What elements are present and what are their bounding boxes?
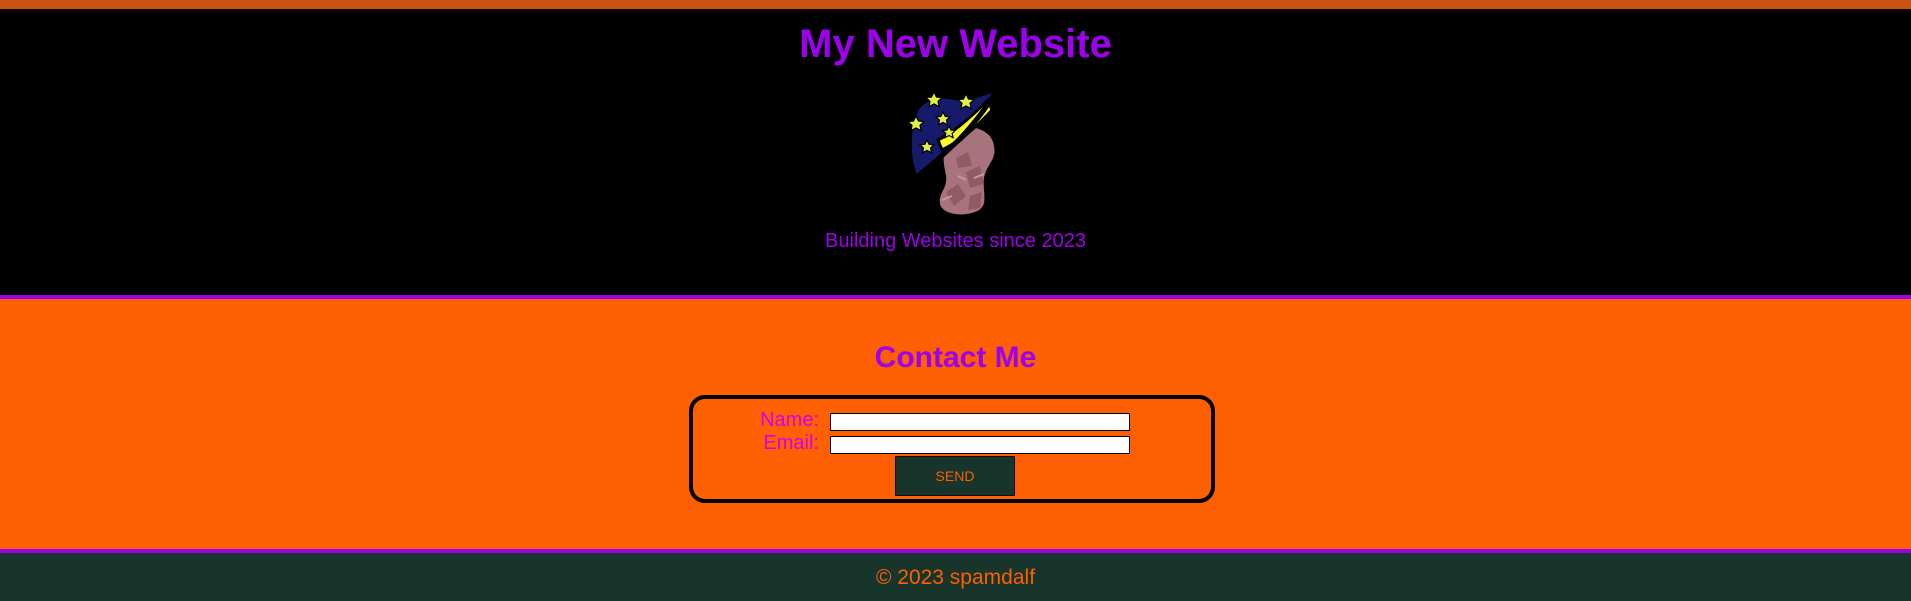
site-tagline: Building Websites since 2023 xyxy=(825,230,1086,252)
site-title: My New Website xyxy=(799,22,1112,66)
site-header: My New Website Building Websites since 2… xyxy=(0,9,1911,295)
email-input[interactable] xyxy=(830,436,1130,454)
contact-section: Contact Me Name: Email: Send xyxy=(0,299,1911,549)
wizard-hat-logo-icon xyxy=(906,88,999,216)
name-input[interactable] xyxy=(830,413,1130,431)
email-label: Email: xyxy=(763,432,819,454)
name-label: Name: xyxy=(760,409,819,431)
email-row: Email: xyxy=(693,432,1211,455)
contact-form: Name: Email: Send xyxy=(689,395,1215,503)
site-footer: © 2023 spamdalf xyxy=(0,553,1911,601)
name-row: Name: xyxy=(693,409,1211,432)
copyright-text: © 2023 spamdalf xyxy=(875,566,1036,589)
contact-heading: Contact Me xyxy=(874,341,1037,374)
top-stripe xyxy=(0,0,1911,9)
send-button[interactable]: Send xyxy=(895,456,1015,496)
